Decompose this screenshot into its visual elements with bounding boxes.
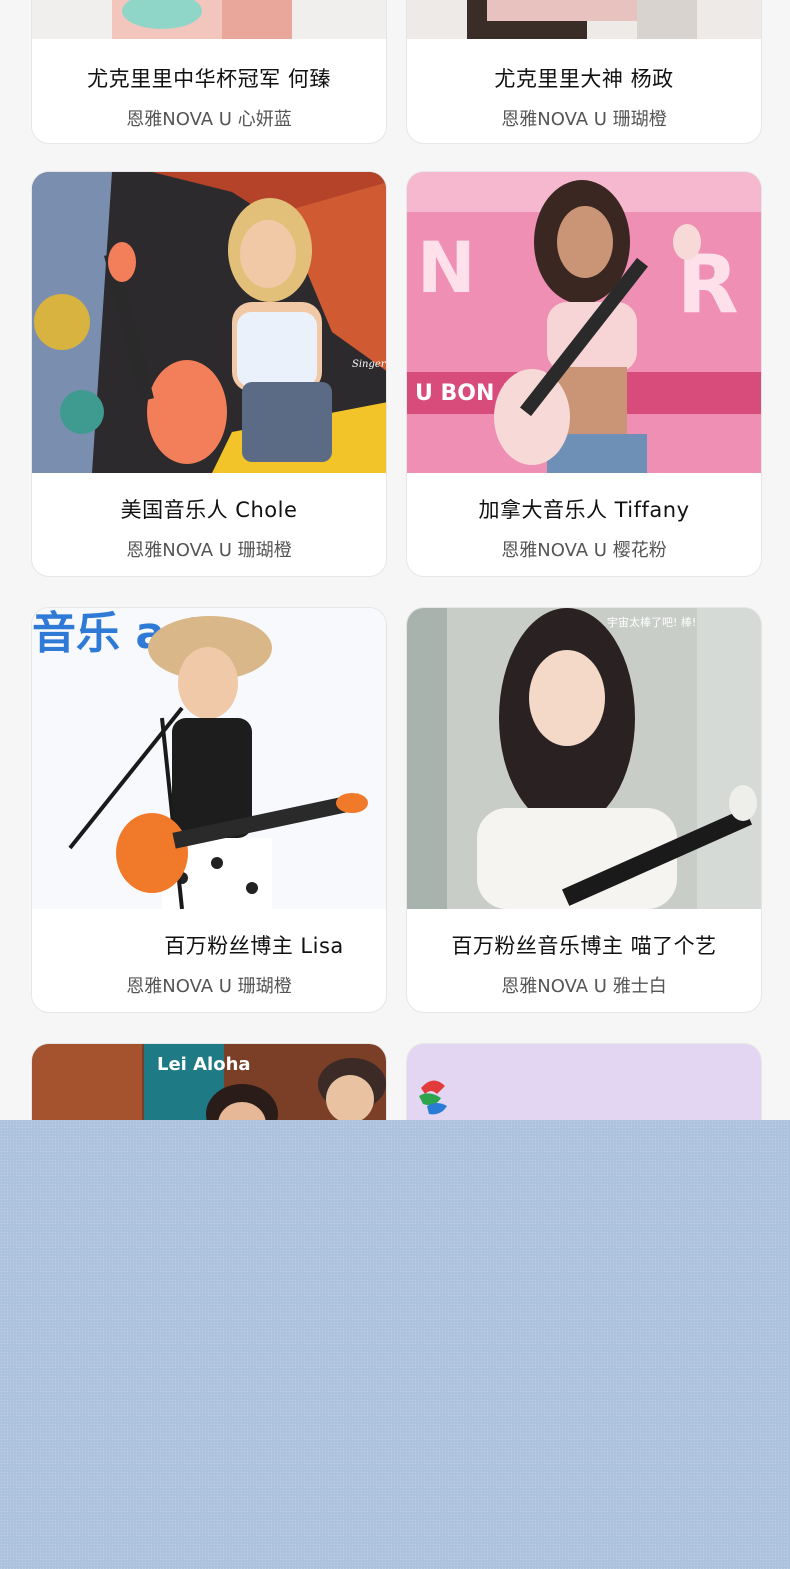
artist-name: 加拿大音乐人 Tiffany — [478, 498, 690, 522]
artist-card-5[interactable]: 音乐 arty 百万粉丝博主 Lisa 恩雅NOVA U 珊瑚橙 — [31, 607, 387, 1013]
card-info: 百万粉丝博主 Lisa 恩雅NOVA U 珊瑚橙 — [32, 930, 386, 998]
ukulele-model: 恩雅NOVA U 心妍蓝 — [126, 109, 292, 130]
artist-card-2[interactable]: 尤克里里大神 杨政 恩雅NOVA U 珊瑚橙 — [406, 0, 762, 144]
artist-name: 尤克里里中华杯冠军 何臻 — [87, 67, 331, 91]
ukulele-model: 恩雅NOVA U 珊瑚橙 — [501, 109, 667, 130]
artist-photo: Singer Chloe — [32, 172, 386, 473]
artist-card-6[interactable]: 宇宙太棒了吧! 棒! 百万粉丝音乐博主 喵了个艺 恩雅NOVA U 雅士白 — [406, 607, 762, 1013]
ukulele-model: 恩雅NOVA U 樱花粉 — [501, 540, 667, 561]
photo-sign-text: Lei Aloha — [157, 1054, 251, 1075]
artist-photo: N R U BON IS 1985! • — [407, 172, 761, 473]
artist-card-3[interactable]: Singer Chloe 美国音乐人 Chole 恩雅NOVA U 珊瑚橙 — [31, 171, 387, 577]
photo-signature: Singer Chloe — [352, 359, 386, 370]
photo-comment: 宇宙太棒了吧! 棒! — [607, 615, 696, 629]
artist-photo: 音乐 arty — [32, 608, 386, 909]
card-info: 加拿大音乐人 Tiffany 恩雅NOVA U 樱花粉 — [407, 494, 761, 562]
ukulele-model: 恩雅NOVA U 雅士白 — [501, 976, 667, 997]
artist-name: 尤克里里大神 杨政 — [494, 67, 674, 91]
artist-card-1[interactable]: 尤克里里中华杯冠军 何臻 恩雅NOVA U 心妍蓝 — [31, 0, 387, 144]
artist-name: 百万粉丝博主 Lisa — [164, 934, 344, 958]
artist-photo — [407, 0, 761, 39]
ukulele-model: 恩雅NOVA U 珊瑚橙 — [126, 976, 292, 997]
card-info: 尤克里里中华杯冠军 何臻 恩雅NOVA U 心妍蓝 — [32, 63, 386, 131]
artist-name: 美国音乐人 Chole — [120, 498, 298, 522]
card-info: 美国音乐人 Chole 恩雅NOVA U 珊瑚橙 — [32, 494, 386, 562]
svg-text:N: N — [417, 227, 476, 309]
loading-overlay — [0, 1120, 790, 1569]
artist-photo — [32, 0, 386, 39]
artist-name: 百万粉丝音乐博主 喵了个艺 — [451, 934, 717, 958]
artist-card-4[interactable]: N R U BON IS 1985! • 加拿大音乐人 Tiffany 恩雅NO… — [406, 171, 762, 577]
artist-photo: 宇宙太棒了吧! 棒! — [407, 608, 761, 909]
ukulele-model: 恩雅NOVA U 珊瑚橙 — [126, 540, 292, 561]
card-info: 尤克里里大神 杨政 恩雅NOVA U 珊瑚橙 — [407, 63, 761, 131]
card-info: 百万粉丝音乐博主 喵了个艺 恩雅NOVA U 雅士白 — [407, 930, 761, 998]
